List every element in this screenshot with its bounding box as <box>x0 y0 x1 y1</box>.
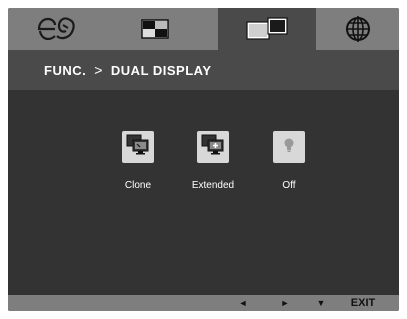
option-extended[interactable]: Extended <box>183 131 243 191</box>
exit-label: EXIT <box>350 297 376 309</box>
tab-bar <box>8 8 399 50</box>
picture-icon <box>141 19 169 39</box>
option-label: Clone <box>124 180 152 191</box>
option-label: Extended <box>191 180 235 191</box>
extended-monitors-icon <box>201 134 225 161</box>
exit-button[interactable]: EXIT <box>342 295 384 311</box>
light-bulb-icon <box>282 137 296 158</box>
right-arrow-icon: ► <box>280 298 290 308</box>
option-clone[interactable]: Clone <box>108 131 168 191</box>
globe-icon <box>344 15 372 43</box>
tab-function[interactable] <box>218 8 316 50</box>
osd-menu: FUNC. > DUAL DISPLAY Clone Extended Off … <box>8 8 399 311</box>
off-button[interactable] <box>273 131 305 163</box>
left-arrow-icon: ◄ <box>238 298 248 308</box>
breadcrumb-parent: FUNC. <box>44 62 87 78</box>
option-off[interactable]: Off <box>259 131 319 191</box>
extended-button[interactable] <box>197 131 229 163</box>
footer-bar: ◄ ► ▼ EXIT <box>8 295 399 311</box>
breadcrumb-separator: > <box>94 62 103 78</box>
energy-saving-icon <box>35 16 79 42</box>
down-arrow-button[interactable]: ▼ <box>310 295 332 311</box>
tab-energy-saving[interactable] <box>8 8 106 50</box>
option-label: Off <box>282 180 296 191</box>
tab-setup[interactable] <box>316 8 399 50</box>
clone-button[interactable] <box>122 131 154 163</box>
down-arrow-icon: ▼ <box>316 298 326 308</box>
left-arrow-button[interactable]: ◄ <box>232 295 254 311</box>
page-title: DUAL DISPLAY <box>110 62 212 78</box>
dual-display-icon <box>246 17 288 41</box>
breadcrumb: FUNC. > DUAL DISPLAY <box>8 50 399 90</box>
tab-picture[interactable] <box>106 8 204 50</box>
clone-monitors-icon <box>126 134 150 161</box>
right-arrow-button[interactable]: ► <box>274 295 296 311</box>
